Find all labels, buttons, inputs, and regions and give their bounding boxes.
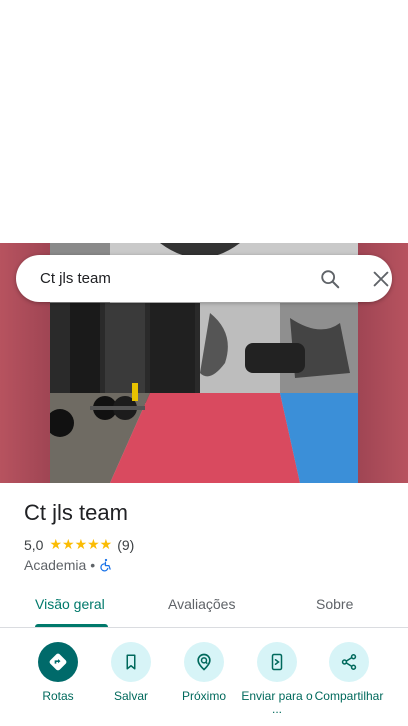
place-tabs: Visão geral Avaliações Sobre (0, 584, 408, 628)
blank-map-area (0, 0, 408, 243)
send-to-phone-icon[interactable] (257, 642, 297, 682)
nearby-icon[interactable] (184, 642, 224, 682)
place-category: Academia (24, 557, 87, 573)
save-button[interactable]: Salvar (91, 642, 171, 703)
active-tab-indicator (35, 624, 108, 627)
review-count[interactable]: (9) (117, 537, 134, 553)
place-title: Ct jls team (24, 500, 128, 525)
rating-row[interactable]: 5,0 ★★★★★ (9) (24, 536, 134, 553)
share-icon[interactable] (329, 642, 369, 682)
share-label: Compartilhar (314, 689, 384, 703)
tab-overview[interactable]: Visão geral (35, 596, 105, 612)
action-buttons-row: Rotas Salvar Próximo Enviar para o ... C… (0, 642, 408, 726)
send-to-phone-label: Enviar para o ... (241, 689, 313, 716)
category-row: Academia • (24, 557, 113, 573)
directions-button[interactable]: Rotas (18, 642, 98, 703)
nearby-label: Próximo (181, 689, 226, 703)
send-to-phone-button[interactable]: Enviar para o ... (237, 642, 317, 716)
separator: • (90, 557, 96, 573)
close-icon[interactable] (370, 268, 392, 290)
wheelchair-accessible-icon (99, 558, 113, 572)
rating-value: 5,0 (24, 536, 44, 553)
bookmark-icon[interactable] (111, 642, 151, 682)
directions-label: Rotas (42, 689, 74, 703)
tab-reviews[interactable]: Avaliações (168, 596, 235, 612)
tab-about[interactable]: Sobre (316, 596, 353, 612)
share-button[interactable]: Compartilhar (309, 642, 389, 703)
save-label: Salvar (113, 689, 148, 703)
nearby-button[interactable]: Próximo (164, 642, 244, 703)
star-rating-icon: ★★★★★ (49, 536, 113, 552)
search-icon[interactable] (319, 268, 341, 290)
search-bar[interactable]: Ct jls team (16, 255, 392, 302)
directions-icon[interactable] (38, 642, 78, 682)
